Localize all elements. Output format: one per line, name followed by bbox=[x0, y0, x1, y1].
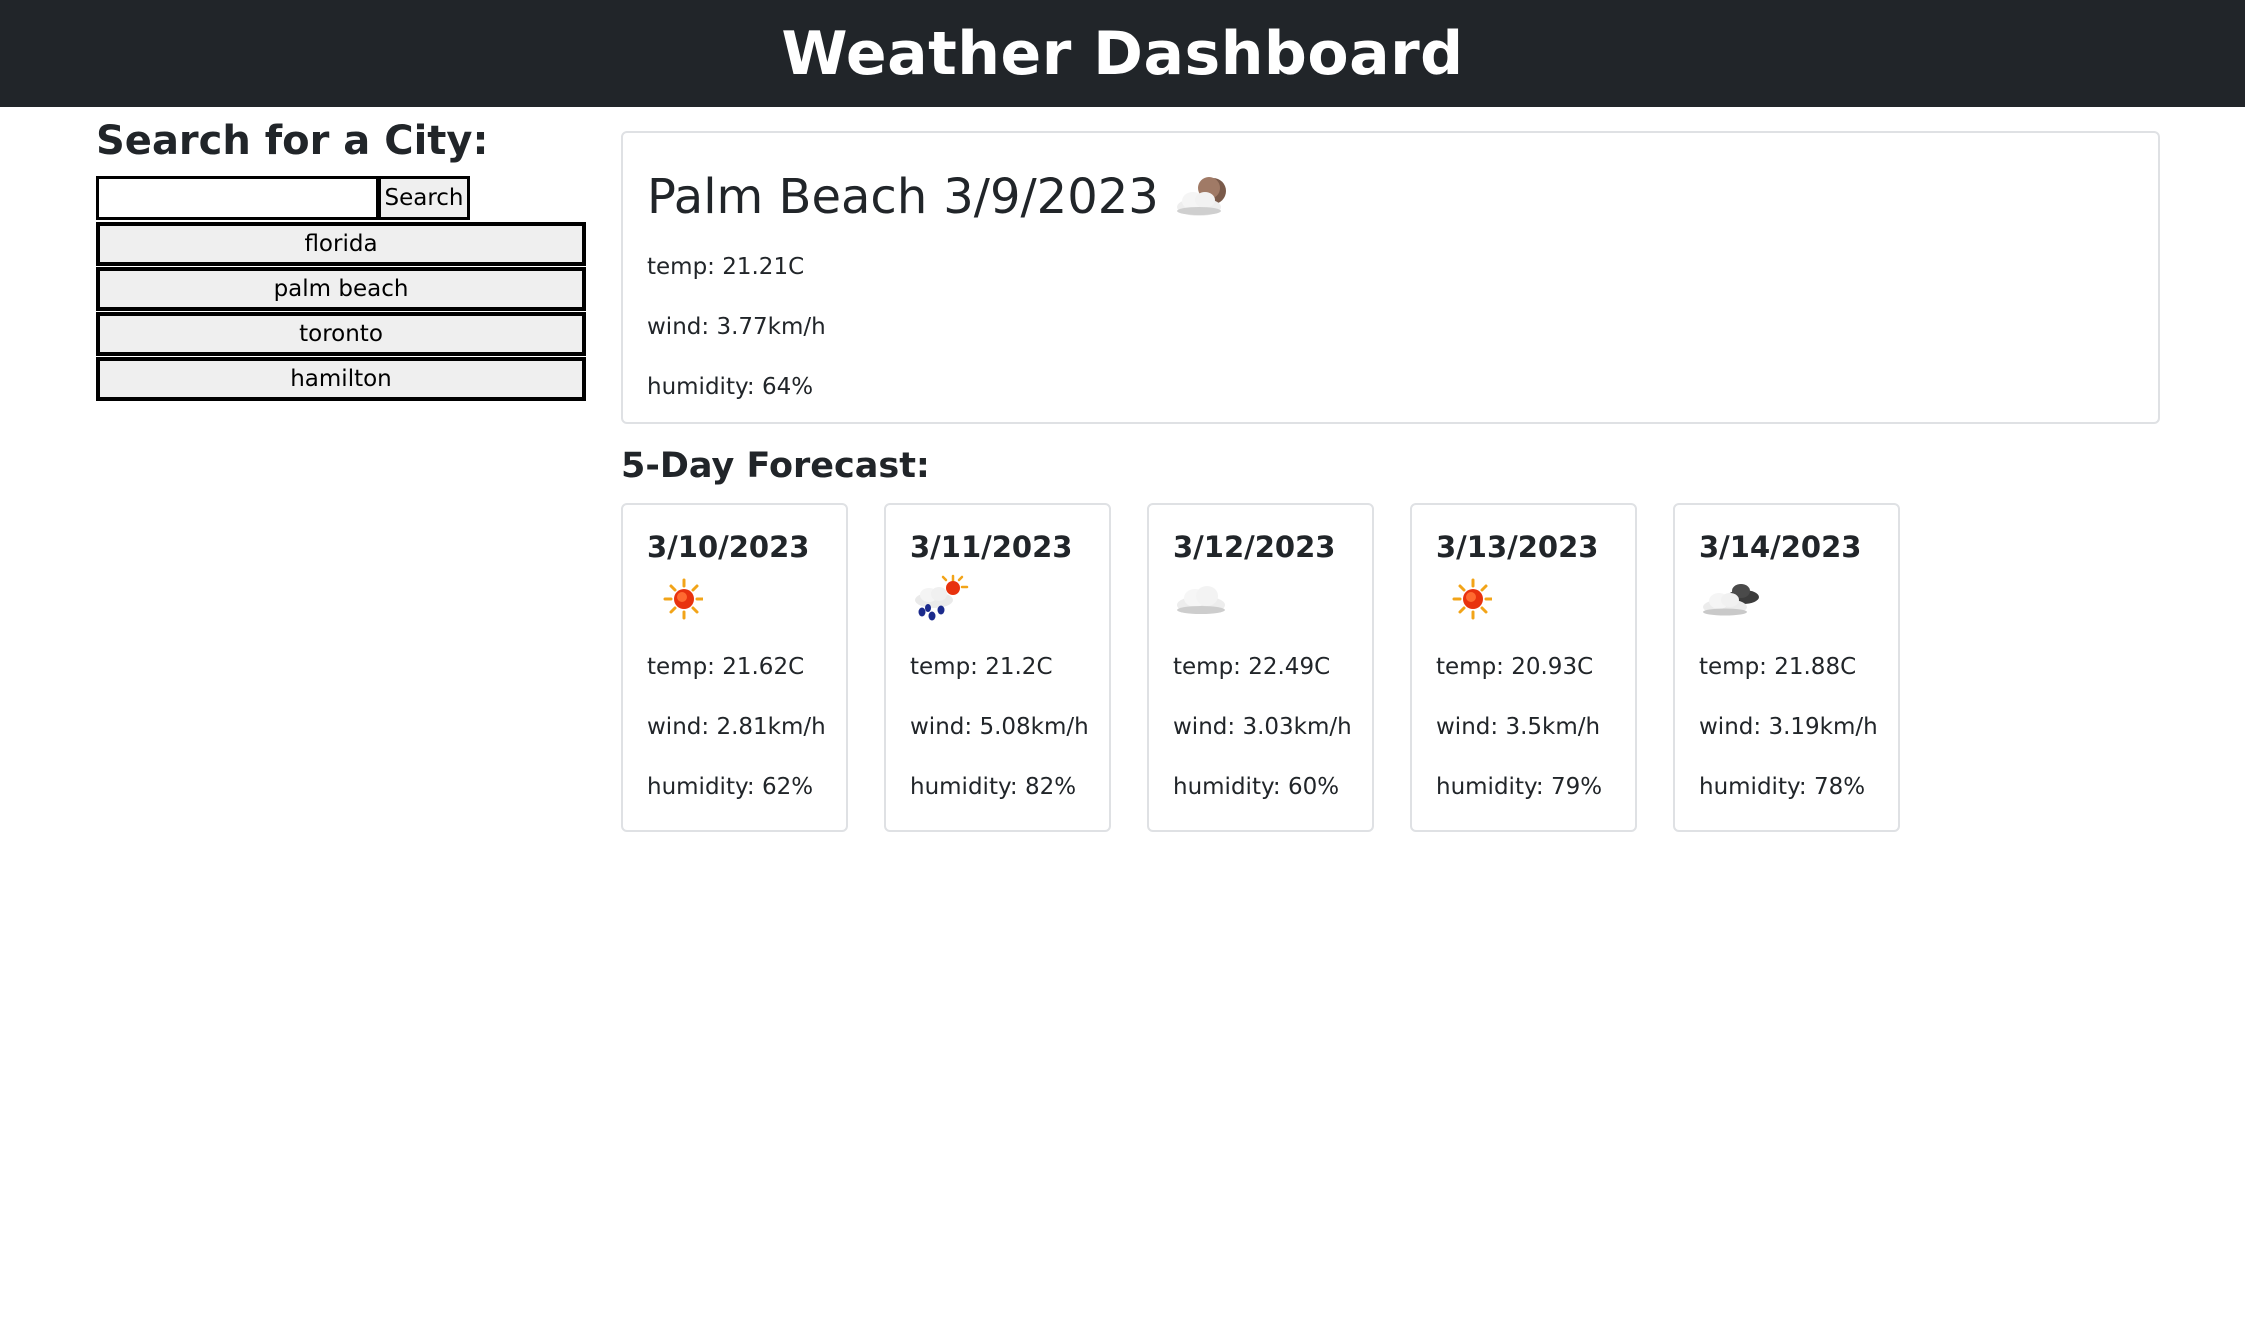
forecast-temp: temp: 21.2C bbox=[910, 654, 1053, 680]
sun-icon bbox=[647, 571, 717, 627]
history-button-toronto[interactable]: toronto bbox=[96, 312, 586, 356]
forecast-wind: wind: 3.5km/h bbox=[1436, 714, 1601, 740]
forecast-humidity: humidity: 62% bbox=[647, 774, 814, 800]
current-date: 3/9/2023 bbox=[943, 169, 1159, 225]
sun-rain-cloud-icon bbox=[910, 571, 980, 627]
moon-cloud-icon bbox=[1171, 165, 1235, 229]
forecast-date: 3/12/2023 bbox=[1173, 530, 1336, 564]
current-weather-card: Palm Beach 3/9/2023 temp: 21.21C wind: 3.… bbox=[621, 131, 2160, 424]
forecast-wind: wind: 2.81km/h bbox=[647, 714, 826, 740]
forecast-temp: temp: 20.93C bbox=[1436, 654, 1594, 680]
forecast-card: 3/14/2023 temp: 21.88C wind: 3.19km/h hu… bbox=[1673, 503, 1900, 832]
forecast-card: 3/13/2023 temp: 20.93C wind: 3.5km/h hum bbox=[1410, 503, 1637, 832]
current-temp: temp: 21.21C bbox=[647, 254, 805, 280]
search-row: Search bbox=[96, 176, 586, 222]
city-search-input[interactable] bbox=[96, 176, 378, 220]
search-panel: Search for a City: Search florida palm b… bbox=[96, 110, 586, 402]
forecast-card: 3/10/2023 temp: 21.62C wind: 2.81km/h hu bbox=[621, 503, 848, 832]
search-button[interactable]: Search bbox=[378, 176, 470, 220]
forecast-wind: wind: 3.03km/h bbox=[1173, 714, 1352, 740]
dark-clouds-icon bbox=[1699, 571, 1769, 627]
forecast-date: 3/11/2023 bbox=[910, 530, 1073, 564]
current-city-name: Palm Beach bbox=[647, 169, 928, 225]
forecast-temp: temp: 21.88C bbox=[1699, 654, 1857, 680]
forecast-humidity: humidity: 78% bbox=[1699, 774, 1866, 800]
search-heading: Search for a City: bbox=[96, 118, 489, 164]
page-title: Weather Dashboard bbox=[781, 18, 1464, 89]
forecast-humidity: humidity: 82% bbox=[910, 774, 1077, 800]
current-wind: wind: 3.77km/h bbox=[647, 314, 826, 340]
forecast-temp: temp: 22.49C bbox=[1173, 654, 1331, 680]
forecast-date: 3/10/2023 bbox=[647, 530, 810, 564]
forecast-humidity: humidity: 60% bbox=[1173, 774, 1340, 800]
history-button-hamilton[interactable]: hamilton bbox=[96, 357, 586, 401]
forecast-date: 3/13/2023 bbox=[1436, 530, 1599, 564]
app-header: Weather Dashboard bbox=[0, 0, 2245, 107]
forecast-wind: wind: 3.19km/h bbox=[1699, 714, 1878, 740]
forecast-humidity: humidity: 79% bbox=[1436, 774, 1603, 800]
forecast-card: 3/12/2023 temp: 22.49C wind: 3.03km/h hu… bbox=[1147, 503, 1374, 832]
current-humidity: humidity: 64% bbox=[647, 374, 814, 400]
forecast-temp: temp: 21.62C bbox=[647, 654, 805, 680]
forecast-date: 3/14/2023 bbox=[1699, 530, 1862, 564]
forecast-card: 3/11/2023 temp: 21.2C wind: 5.08km/h hum… bbox=[884, 503, 1111, 832]
sun-icon bbox=[1436, 571, 1506, 627]
forecast-wind: wind: 5.08km/h bbox=[910, 714, 1089, 740]
current-weather-title: Palm Beach 3/9/2023 bbox=[647, 157, 2134, 237]
forecast-list: 3/10/2023 temp: 21.62C wind: 2.81km/h hu bbox=[621, 503, 1900, 832]
history-button-palm-beach[interactable]: palm beach bbox=[96, 267, 586, 311]
history-button-florida[interactable]: florida bbox=[96, 222, 586, 266]
cloud-icon bbox=[1173, 571, 1243, 627]
forecast-heading: 5-Day Forecast: bbox=[621, 446, 930, 486]
